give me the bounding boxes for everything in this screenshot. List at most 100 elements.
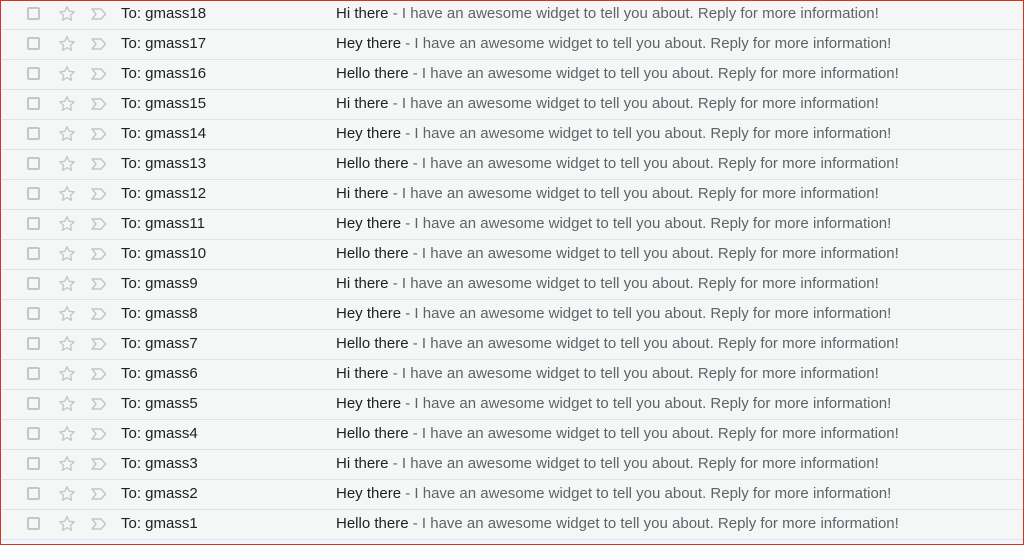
subject: Hello there — [336, 155, 409, 172]
star-icon[interactable] — [57, 364, 77, 384]
star-icon[interactable] — [57, 424, 77, 444]
importance-marker-icon[interactable] — [90, 97, 108, 111]
checkbox-icon[interactable] — [27, 397, 40, 410]
email-row[interactable]: To: gmass12 Hi there - I have an awesome… — [2, 180, 1023, 210]
star-icon[interactable] — [57, 184, 77, 204]
checkbox-icon[interactable] — [27, 487, 40, 500]
star-icon[interactable] — [57, 454, 77, 474]
snippet: I have an awesome widget to tell you abo… — [421, 245, 899, 262]
importance-marker-icon[interactable] — [90, 37, 108, 51]
star-icon[interactable] — [57, 394, 77, 414]
star-icon[interactable] — [57, 34, 77, 54]
separator: - — [401, 305, 415, 322]
star-icon[interactable] — [57, 214, 77, 234]
checkbox-icon[interactable] — [27, 277, 40, 290]
importance-marker-icon[interactable] — [90, 397, 108, 411]
recipient: To: gmass16 — [121, 65, 207, 82]
checkbox-icon[interactable] — [27, 457, 40, 470]
checkbox-icon[interactable] — [27, 517, 40, 530]
importance-marker-icon[interactable] — [90, 337, 108, 351]
email-row[interactable]: To: gmass16 Hello there - I have an awes… — [2, 60, 1023, 90]
importance-marker-icon[interactable] — [90, 517, 108, 531]
checkbox-icon[interactable] — [27, 97, 40, 110]
subject: Hello there — [336, 245, 409, 262]
email-row[interactable]: To: gmass9 Hi there - I have an awesome … — [2, 270, 1023, 300]
snippet: I have an awesome widget to tell you abo… — [401, 5, 879, 22]
recipient: To: gmass8 — [121, 305, 198, 322]
subject-line: Hi there - I have an awesome widget to t… — [336, 365, 879, 382]
email-row[interactable]: To: gmass5 Hey there - I have an awesome… — [2, 390, 1023, 420]
checkbox-icon[interactable] — [27, 67, 40, 80]
importance-marker-icon[interactable] — [90, 217, 108, 231]
importance-marker-icon[interactable] — [90, 277, 108, 291]
snippet: I have an awesome widget to tell you abo… — [421, 155, 899, 172]
star-icon[interactable] — [57, 334, 77, 354]
star-icon[interactable] — [57, 244, 77, 264]
snippet: I have an awesome widget to tell you abo… — [414, 395, 892, 412]
star-icon[interactable] — [57, 94, 77, 114]
star-icon[interactable] — [57, 304, 77, 324]
subject-line: Hello there - I have an awesome widget t… — [336, 65, 899, 82]
checkbox-icon[interactable] — [27, 247, 40, 260]
checkbox-icon[interactable] — [27, 367, 40, 380]
importance-marker-icon[interactable] — [90, 307, 108, 321]
importance-marker-icon[interactable] — [90, 187, 108, 201]
subject-line: Hello there - I have an awesome widget t… — [336, 245, 899, 262]
importance-marker-icon[interactable] — [90, 157, 108, 171]
checkbox-icon[interactable] — [27, 217, 40, 230]
star-icon[interactable] — [57, 124, 77, 144]
email-row[interactable]: To: gmass3 Hi there - I have an awesome … — [2, 450, 1023, 480]
importance-marker-icon[interactable] — [90, 127, 108, 141]
subject-line: Hello there - I have an awesome widget t… — [336, 155, 899, 172]
checkbox-icon[interactable] — [27, 127, 40, 140]
star-icon[interactable] — [57, 4, 77, 24]
recipient: To: gmass5 — [121, 395, 198, 412]
email-row[interactable]: To: gmass18 Hi there - I have an awesome… — [2, 1, 1023, 30]
email-row[interactable]: To: gmass14 Hey there - I have an awesom… — [2, 120, 1023, 150]
email-row[interactable]: To: gmass13 Hello there - I have an awes… — [2, 150, 1023, 180]
importance-marker-icon[interactable] — [90, 487, 108, 501]
subject-line: Hi there - I have an awesome widget to t… — [336, 185, 879, 202]
star-icon[interactable] — [57, 154, 77, 174]
snippet: I have an awesome widget to tell you abo… — [401, 95, 879, 112]
email-row[interactable]: To: gmass15 Hi there - I have an awesome… — [2, 90, 1023, 120]
subject: Hey there — [336, 125, 402, 142]
checkbox-icon[interactable] — [27, 337, 40, 350]
snippet: I have an awesome widget to tell you abo… — [421, 425, 899, 442]
email-row[interactable]: To: gmass11 Hey there - I have an awesom… — [2, 210, 1023, 240]
email-row[interactable]: To: gmass6 Hi there - I have an awesome … — [2, 360, 1023, 390]
email-row[interactable]: To: gmass10 Hello there - I have an awes… — [2, 240, 1023, 270]
subject-line: Hi there - I have an awesome widget to t… — [336, 5, 879, 22]
separator: - — [408, 65, 422, 82]
separator: - — [408, 425, 422, 442]
importance-marker-icon[interactable] — [90, 67, 108, 81]
importance-marker-icon[interactable] — [90, 367, 108, 381]
subject-line: Hey there - I have an awesome widget to … — [336, 125, 891, 142]
separator: - — [401, 125, 415, 142]
importance-marker-icon[interactable] — [90, 427, 108, 441]
snippet: I have an awesome widget to tell you abo… — [414, 305, 892, 322]
checkbox-icon[interactable] — [27, 7, 40, 20]
star-icon[interactable] — [57, 514, 77, 534]
star-icon[interactable] — [57, 484, 77, 504]
star-icon[interactable] — [57, 64, 77, 84]
separator: - — [408, 155, 422, 172]
snippet: I have an awesome widget to tell you abo… — [401, 365, 879, 382]
importance-marker-icon[interactable] — [90, 247, 108, 261]
email-row[interactable]: To: gmass17 Hey there - I have an awesom… — [2, 30, 1023, 60]
email-row[interactable]: To: gmass2 Hey there - I have an awesome… — [2, 480, 1023, 510]
checkbox-icon[interactable] — [27, 307, 40, 320]
checkbox-icon[interactable] — [27, 187, 40, 200]
separator: - — [388, 185, 402, 202]
star-icon[interactable] — [57, 274, 77, 294]
email-row[interactable]: To: gmass4 Hello there - I have an aweso… — [2, 420, 1023, 450]
checkbox-icon[interactable] — [27, 37, 40, 50]
importance-marker-icon[interactable] — [90, 457, 108, 471]
checkbox-icon[interactable] — [27, 427, 40, 440]
recipient: To: gmass7 — [121, 335, 198, 352]
email-row[interactable]: To: gmass8 Hey there - I have an awesome… — [2, 300, 1023, 330]
email-row[interactable]: To: gmass1 Hello there - I have an aweso… — [2, 510, 1023, 540]
email-row[interactable]: To: gmass7 Hello there - I have an aweso… — [2, 330, 1023, 360]
importance-marker-icon[interactable] — [90, 7, 108, 21]
checkbox-icon[interactable] — [27, 157, 40, 170]
